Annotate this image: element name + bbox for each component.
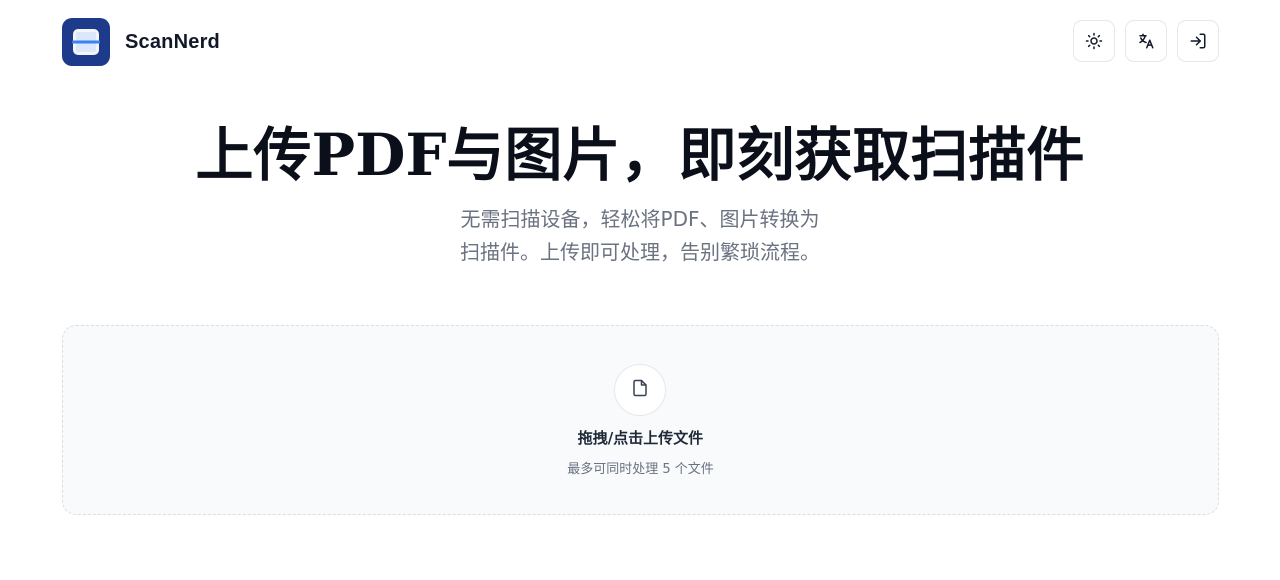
hero-subtitle-line-2: 扫描件。上传即可处理，告别繁琐流程。 xyxy=(460,240,820,264)
brand[interactable]: ScanNerd xyxy=(62,18,220,66)
page: ScanNerd 上传PDF与图片，即刻获取扫描件 无需扫描设备，轻松将PDF、… xyxy=(0,0,1280,580)
file-icon-badge xyxy=(614,364,666,416)
header-actions xyxy=(1073,20,1219,62)
login-button[interactable] xyxy=(1177,20,1219,62)
file-upload-dropzone[interactable]: 拖拽/点击上传文件 最多可同时处理 5 个文件 xyxy=(62,325,1219,515)
language-button[interactable] xyxy=(1125,20,1167,62)
translate-icon xyxy=(1137,32,1155,50)
hero-title: 上传PDF与图片，即刻获取扫描件 xyxy=(195,121,1085,189)
dropzone-hint: 最多可同时处理 5 个文件 xyxy=(567,462,714,477)
login-icon xyxy=(1189,32,1207,50)
file-icon xyxy=(631,379,649,401)
scanner-logo-icon xyxy=(62,18,110,66)
hero-subtitle-line-1: 无需扫描设备，轻松将PDF、图片转换为 xyxy=(460,207,820,231)
hero-subtitle: 无需扫描设备，轻松将PDF、图片转换为 扫描件。上传即可处理，告别繁琐流程。 xyxy=(0,203,1280,269)
brand-name: ScanNerd xyxy=(125,30,220,53)
header: ScanNerd xyxy=(0,0,1280,84)
sun-icon xyxy=(1085,32,1103,50)
theme-toggle-button[interactable] xyxy=(1073,20,1115,62)
dropzone-title: 拖拽/点击上传文件 xyxy=(577,429,704,447)
